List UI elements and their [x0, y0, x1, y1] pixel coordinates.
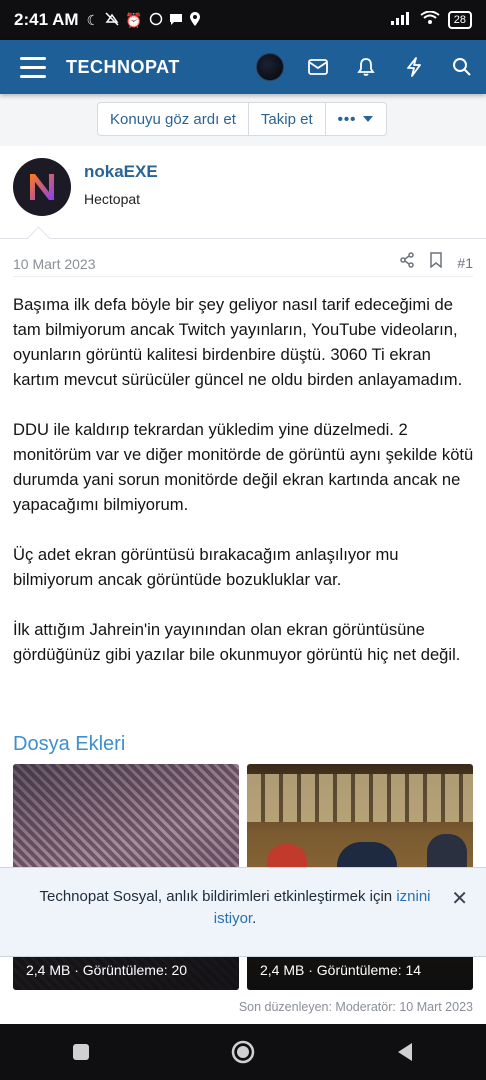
last-edited-note: Son düzenleyen: Moderatör: 10 Mart 2023 [238, 1000, 473, 1014]
post-meta: 10 Mart 2023 #1 [13, 248, 473, 277]
back-icon [398, 1043, 412, 1061]
bolt-icon[interactable] [390, 40, 438, 94]
header-icons [246, 40, 486, 94]
post-user-bar: nokaEXE Hectopat [0, 146, 486, 251]
site-logo[interactable]: TECHNOPAT [66, 57, 180, 78]
close-icon[interactable]: ✕ [451, 886, 468, 911]
wifi-icon [420, 10, 440, 30]
bell-icon[interactable] [342, 40, 390, 94]
post-meta-icons: #1 [399, 252, 473, 273]
follow-thread-button[interactable]: Takip et [249, 103, 326, 135]
username-link[interactable]: nokaEXE [84, 162, 158, 182]
post-paragraph: İlk attığım Jahrein'in yayınından olan e… [13, 620, 461, 664]
chat-icon [169, 12, 183, 28]
alarm-icon: ⏰ [125, 12, 143, 28]
account-avatar-button[interactable] [246, 40, 294, 94]
search-icon[interactable] [438, 40, 486, 94]
signal-icon [390, 11, 412, 30]
mail-icon[interactable] [294, 40, 342, 94]
thread-actions: Konuyu göz ardı et Takip et ••• [97, 102, 388, 136]
notice-suffix: . [252, 910, 257, 927]
status-bar: 2:41 AM ☾ ⏰ 28 [0, 0, 486, 40]
more-dots: ••• [337, 110, 357, 128]
post-paragraph: Başıma ilk defa böyle bir şey geliyor na… [13, 295, 463, 389]
menu-icon[interactable] [20, 56, 46, 78]
notice-text: Technopat Sosyal, anlık bildirimleri etk… [20, 886, 450, 930]
location-icon [189, 12, 201, 28]
status-right: 28 [390, 10, 472, 30]
post-body: Başıma ilk defa böyle bir şey geliyor na… [13, 292, 475, 692]
avatar [256, 53, 284, 81]
moon-icon: ☾ [86, 12, 100, 28]
recents-icon [73, 1044, 89, 1060]
status-time: 2:41 AM [14, 10, 79, 29]
whatsapp-icon [149, 12, 163, 28]
system-nav-bar [0, 1024, 486, 1080]
user-avatar[interactable] [13, 158, 71, 216]
mute-icon [105, 12, 119, 28]
ignore-thread-button[interactable]: Konuyu göz ardı et [98, 103, 249, 135]
post-date[interactable]: 10 Mart 2023 [13, 256, 96, 272]
user-bar-arrow [26, 226, 51, 251]
recents-button[interactable] [51, 1032, 111, 1072]
chevron-down-icon [363, 116, 374, 122]
app-header: TECHNOPAT [0, 40, 486, 94]
bookmark-icon[interactable] [429, 252, 443, 273]
user-title: Hectopat [84, 191, 141, 207]
attachments-title: Dosya Ekleri [13, 733, 126, 755]
back-button[interactable] [375, 1032, 435, 1072]
home-button[interactable] [213, 1032, 273, 1072]
push-notification-prompt: Technopat Sosyal, anlık bildirimleri etk… [0, 867, 486, 957]
more-actions-button[interactable]: ••• [326, 103, 387, 135]
user-avatar-logo [30, 174, 54, 200]
notice-message: Technopat Sosyal, anlık bildirimleri etk… [39, 888, 397, 905]
share-icon[interactable] [399, 252, 415, 273]
thumbnail-background [247, 774, 473, 822]
battery-icon: 28 [447, 11, 472, 29]
post-paragraph: DDU ile kaldırıp tekrardan yükledim yine… [13, 420, 474, 514]
home-icon [231, 1040, 255, 1064]
post-paragraph: Üç adet ekran görüntüsü bırakacağım anla… [13, 545, 399, 589]
post-number[interactable]: #1 [457, 255, 473, 271]
status-icons: ☾ ⏰ [87, 12, 201, 28]
